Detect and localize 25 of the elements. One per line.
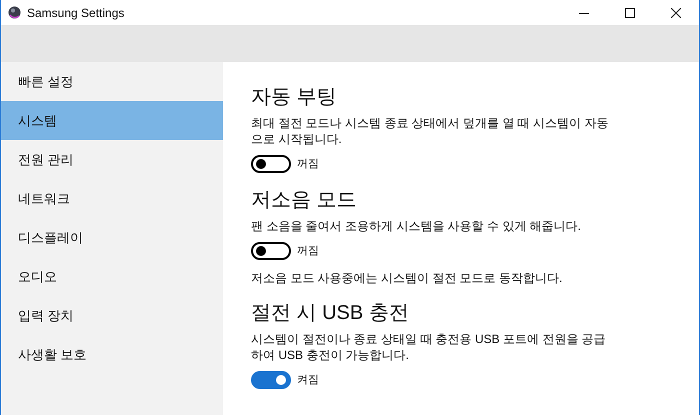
section-heading: 자동 부팅 bbox=[251, 85, 338, 110]
sidebar-item[interactable]: 빠른 설정 bbox=[1, 62, 223, 101]
app-logo-icon bbox=[8, 6, 21, 19]
sidebar-item[interactable]: 입력 장치 bbox=[1, 296, 223, 335]
section-heading: 저소음 모드 bbox=[251, 188, 358, 213]
sidebar-item[interactable]: 사생활 보호 bbox=[1, 335, 223, 374]
sidebar-item[interactable]: 네트워크 bbox=[1, 179, 223, 218]
section-description: 최대 절전 모드나 시스템 종료 상태에서 덮개를 열 때 시스템이 자동으로 시작됩니다. bbox=[251, 115, 610, 147]
section-heading: 절전 시 USB 충전 bbox=[251, 301, 410, 326]
toggle-label: 꺼짐 bbox=[297, 156, 319, 172]
maximize-icon bbox=[625, 8, 635, 18]
section-description: 팬 소음을 줄여서 조용하게 시스템을 사용할 수 있게 해줍니다. bbox=[251, 218, 582, 234]
sidebar-item[interactable]: 디스플레이 bbox=[1, 218, 223, 257]
sidebar-item[interactable]: 시스템 bbox=[1, 101, 223, 140]
toggle-switch[interactable] bbox=[251, 155, 291, 173]
toggle-switch[interactable] bbox=[251, 242, 291, 260]
sidebar-item[interactable]: 전원 관리 bbox=[1, 140, 223, 179]
toggle-label: 꺼짐 bbox=[297, 244, 319, 259]
window-title: Samsung Settings bbox=[27, 4, 124, 22]
toggle-switch[interactable] bbox=[251, 371, 291, 389]
sidebar-item[interactable]: 오디오 bbox=[1, 257, 223, 296]
close-icon bbox=[671, 8, 681, 18]
section-note: 저소음 모드 사용중에는 시스템이 절전 모드로 동작합니다. bbox=[251, 270, 564, 286]
toggle-label: 켜짐 bbox=[297, 372, 319, 388]
section-description: 시스템이 절전이나 종료 상태일 때 충전용 USB 포트에 전원을 공급하여 USB 충전이 가능합니다. bbox=[251, 331, 607, 363]
